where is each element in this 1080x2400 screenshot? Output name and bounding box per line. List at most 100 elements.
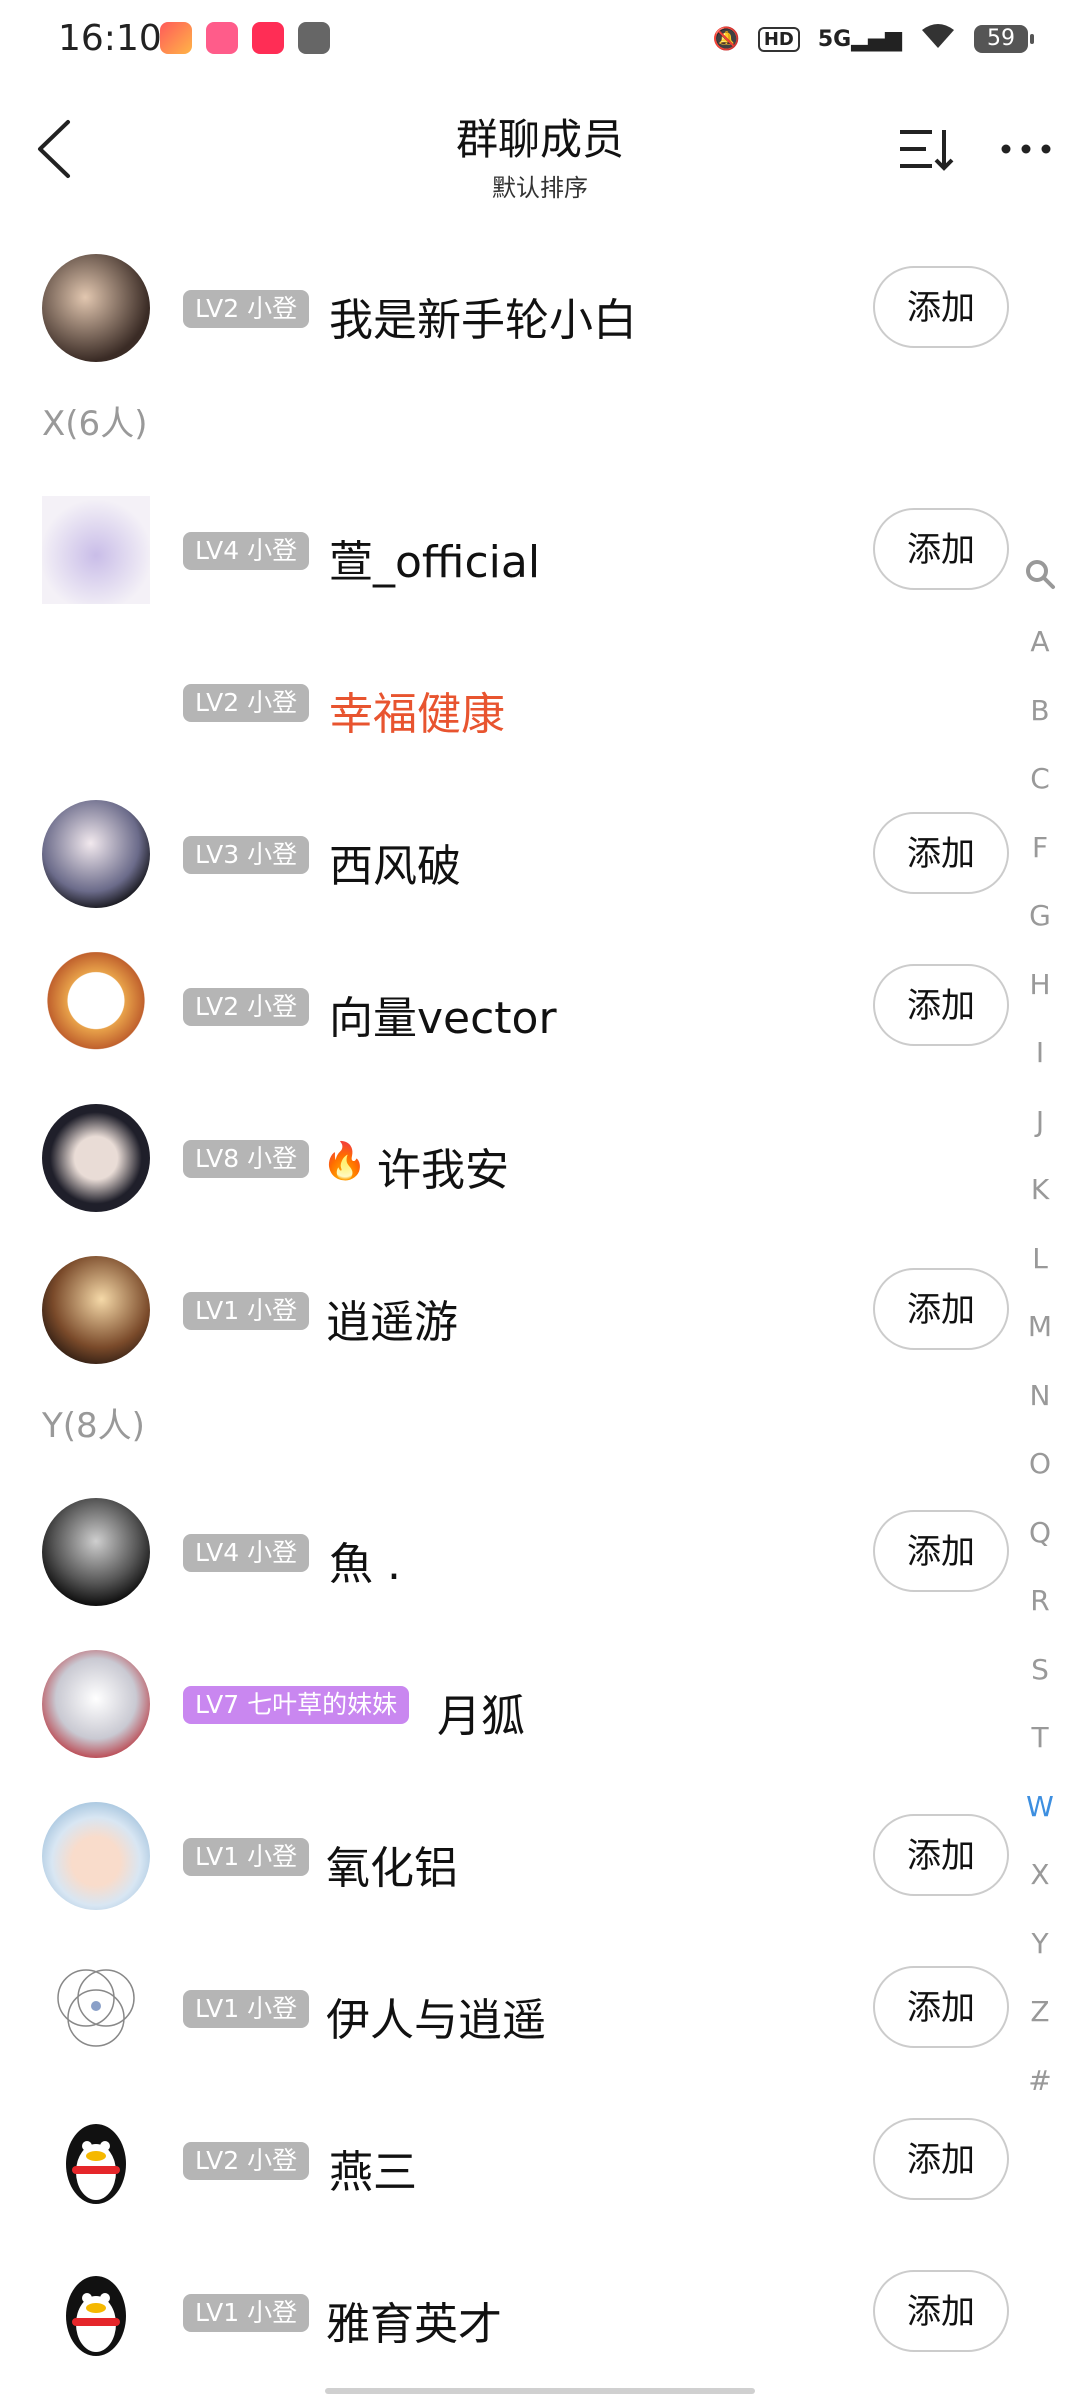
alphabet-index[interactable]: A B C F G H I J K L M N O Q R S T W X Y Z #	[1010, 540, 1070, 2115]
avatar[interactable]	[42, 496, 150, 604]
index-letter[interactable]: C	[1010, 745, 1070, 814]
index-letter[interactable]: J	[1010, 1088, 1070, 1157]
avatar[interactable]	[42, 1650, 150, 1758]
index-letter[interactable]: Z	[1010, 1978, 1070, 2047]
add-friend-button[interactable]: 添加	[873, 266, 1009, 348]
member-row[interactable]: LV1 小登 伊人与逍遥 添加	[0, 1914, 1020, 2066]
member-name: 幸福健康	[329, 689, 505, 740]
app-notification-icon	[206, 22, 238, 54]
hd-icon: HD	[757, 26, 800, 52]
member-name: 向量vector	[329, 993, 557, 1044]
index-letter[interactable]: A	[1010, 608, 1070, 677]
index-letter[interactable]: G	[1010, 882, 1070, 951]
index-letter[interactable]: M	[1010, 1293, 1070, 1362]
avatar[interactable]	[42, 1104, 150, 1212]
level-badge: LV4 小登	[183, 1534, 310, 1572]
avatar[interactable]	[42, 1256, 150, 1364]
add-friend-button[interactable]: 添加	[873, 1814, 1009, 1896]
member-name: 我是新手轮小白	[329, 295, 637, 346]
battery-icon: 59	[974, 25, 1034, 53]
add-friend-button[interactable]: 添加	[873, 1268, 1009, 1350]
index-letter[interactable]: T	[1010, 1704, 1070, 1773]
notification-icons	[160, 22, 330, 54]
avatar[interactable]	[42, 2258, 150, 2366]
add-friend-button[interactable]: 添加	[873, 2270, 1009, 2352]
index-letter[interactable]: I	[1010, 1019, 1070, 1088]
member-row[interactable]: LV1 小登 氧化铝 添加	[0, 1762, 1020, 1914]
level-badge: LV8 小登	[183, 1140, 310, 1178]
penguin-icon	[66, 2124, 126, 2204]
level-badge: LV2 小登	[183, 2142, 310, 2180]
member-name: 月狐	[437, 1691, 525, 1742]
index-letter[interactable]: X	[1010, 1841, 1070, 1910]
app-notification-icon	[252, 22, 284, 54]
index-letter[interactable]: #	[1010, 2047, 1070, 2116]
level-badge: LV3 小登	[183, 836, 310, 874]
member-list: LV2 小登 我是新手轮小白 添加 X(6人) LV4 小登 萱_officia…	[0, 214, 1020, 2370]
member-name: 魚 .	[329, 1539, 401, 1590]
index-letter[interactable]: F	[1010, 814, 1070, 883]
add-friend-button[interactable]: 添加	[873, 1510, 1009, 1592]
level-badge: LV7 七叶草的妹妹	[183, 1686, 410, 1724]
avatar[interactable]	[42, 952, 150, 1060]
index-letter[interactable]: R	[1010, 1567, 1070, 1636]
penguin-icon	[66, 2276, 126, 2356]
status-time: 16:10	[58, 18, 162, 59]
member-row[interactable]: LV2 小登 我是新手轮小白 添加	[0, 214, 1020, 366]
more-options-button[interactable]	[996, 124, 1056, 174]
avatar[interactable]	[42, 1498, 150, 1606]
level-badge: LV1 小登	[183, 1990, 310, 2028]
avatar[interactable]	[42, 1802, 150, 1910]
index-letter[interactable]: K	[1010, 1156, 1070, 1225]
member-row[interactable]: LV2 小登 向量vector 添加	[0, 912, 1020, 1064]
member-name: 逍遥游	[326, 1297, 458, 1348]
member-row[interactable]: LV2 小登 幸福健康	[0, 608, 1020, 760]
add-friend-button[interactable]: 添加	[873, 508, 1009, 590]
member-row[interactable]: LV1 小登 雅育英才 添加	[0, 2218, 1020, 2370]
add-friend-button[interactable]: 添加	[873, 964, 1009, 1046]
section-header: X(6人)	[42, 404, 148, 444]
signal-icon: 5G▂▄▆	[817, 26, 902, 52]
avatar[interactable]	[42, 254, 150, 362]
more-icon	[1001, 144, 1051, 154]
level-badge: LV1 小登	[183, 1838, 310, 1876]
member-row[interactable]: LV4 小登 魚 . 添加	[0, 1458, 1020, 1610]
index-letter[interactable]: Y	[1010, 1910, 1070, 1979]
sort-button[interactable]	[896, 124, 956, 174]
index-letter[interactable]: W	[1010, 1773, 1070, 1842]
member-row[interactable]: LV3 小登 西风破 添加	[0, 760, 1020, 912]
member-row[interactable]: LV7 七叶草的妹妹 月狐	[0, 1610, 1020, 1762]
avatar[interactable]	[42, 1954, 150, 2062]
index-letter[interactable]: S	[1010, 1636, 1070, 1705]
home-indicator[interactable]	[325, 2388, 755, 2394]
member-row[interactable]: LV8 小登 🔥 许我安	[0, 1064, 1020, 1216]
wifi-icon	[920, 22, 956, 56]
add-friend-button[interactable]: 添加	[873, 2118, 1009, 2200]
member-row[interactable]: LV2 小登 燕三 添加	[0, 2066, 1020, 2218]
search-icon[interactable]	[1010, 540, 1070, 608]
member-row[interactable]: LV4 小登 萱_official 添加	[0, 456, 1020, 608]
level-badge: LV1 小登	[183, 2294, 310, 2332]
level-badge: LV2 小登	[183, 290, 310, 328]
index-letter[interactable]: L	[1010, 1225, 1070, 1294]
index-letter[interactable]: O	[1010, 1430, 1070, 1499]
index-letter[interactable]: H	[1010, 951, 1070, 1020]
add-friend-button[interactable]: 添加	[873, 1966, 1009, 2048]
member-name: 伊人与逍遥	[326, 1995, 546, 2046]
top-bar: 群聊成员 默认排序	[0, 84, 1080, 214]
status-bar: 16:10 🔕 HD 5G▂▄▆ 59	[0, 0, 1080, 84]
section-header: Y(8人)	[42, 1406, 145, 1446]
mail-icon	[298, 22, 330, 54]
avatar[interactable]	[42, 800, 150, 908]
add-friend-button[interactable]: 添加	[873, 812, 1009, 894]
level-badge: LV1 小登	[183, 1292, 310, 1330]
avatar[interactable]	[42, 2106, 150, 2214]
index-letter[interactable]: Q	[1010, 1499, 1070, 1568]
index-letter[interactable]: B	[1010, 677, 1070, 746]
member-name: 燕三	[329, 2147, 417, 2198]
index-letter[interactable]: N	[1010, 1362, 1070, 1431]
level-badge: LV2 小登	[183, 684, 310, 722]
member-row[interactable]: LV1 小登 逍遥游 添加	[0, 1216, 1020, 1368]
level-badge: LV4 小登	[183, 532, 310, 570]
sort-icon	[900, 130, 954, 171]
